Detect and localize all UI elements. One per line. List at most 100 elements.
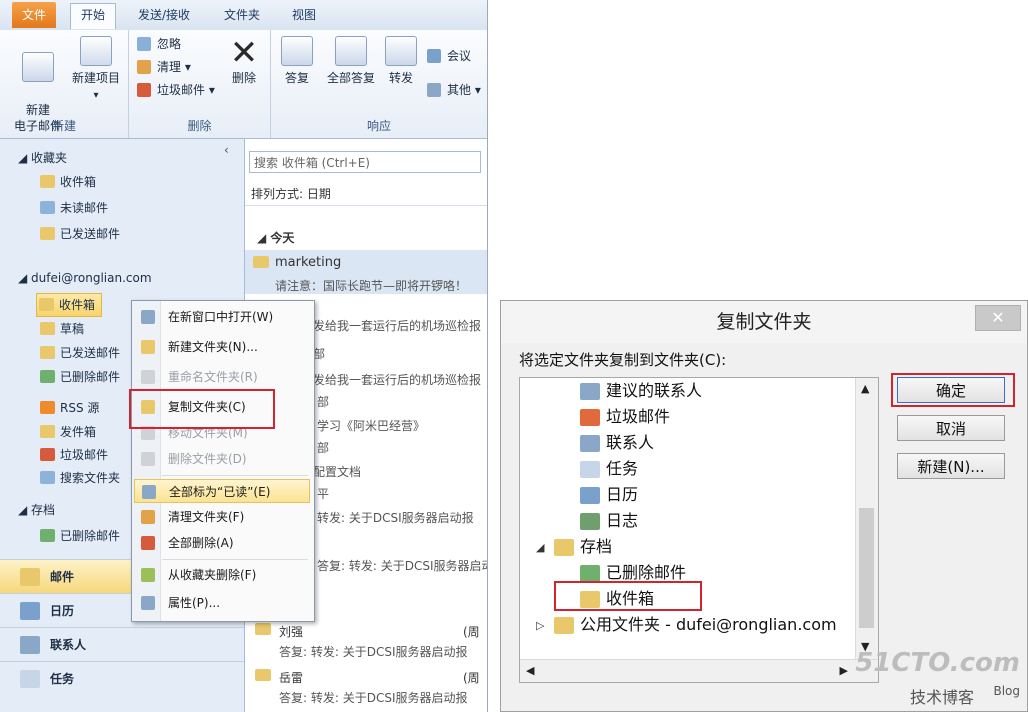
menu-mark-all-read[interactable]: 全部标为“已读”(E) — [134, 479, 310, 503]
ignore-icon — [137, 37, 151, 51]
menu-remove-favorites[interactable]: 从收藏夹删除(F) — [134, 563, 310, 587]
more-button[interactable]: 其他 ▾ — [427, 80, 481, 100]
group-respond-label: 响应 — [366, 119, 391, 133]
mail-preview: 答复: 转发: 关于DCSI服务器启动报 — [317, 559, 488, 573]
archive-deleted[interactable]: 已删除邮件 — [38, 525, 120, 547]
contacts-icon — [580, 435, 600, 452]
recycle-icon — [580, 565, 600, 582]
tree-contacts[interactable]: 联系人 — [580, 430, 654, 456]
context-menu: 在新窗口中打开(W) 新建文件夹(N)... 重命名文件夹(R) 复制文件夹(C… — [131, 300, 315, 622]
nav-tasks[interactable]: 任务 — [0, 661, 244, 695]
tree-tasks[interactable]: 任务 — [580, 456, 638, 482]
ignore-button[interactable]: 忽略 — [137, 34, 181, 54]
menu-open-new-window[interactable]: 在新窗口中打开(W) — [134, 305, 310, 329]
more-icon — [427, 83, 441, 97]
calendar-icon — [20, 602, 40, 620]
account-inbox[interactable]: 收件箱 — [36, 293, 103, 317]
rename-icon — [141, 370, 155, 384]
nav-contacts[interactable]: 联系人 — [0, 627, 244, 661]
folder-icon — [40, 175, 55, 188]
scroll-left-icon[interactable]: ◀ — [526, 664, 534, 677]
rss-icon — [40, 401, 55, 414]
scroll-up-icon[interactable]: ▲ — [861, 382, 869, 395]
menu-new-folder[interactable]: 新建文件夹(N)... — [134, 335, 310, 359]
tree-archive[interactable]: 存档 — [554, 534, 612, 560]
tree-suggested-contacts[interactable]: 建议的联系人 — [580, 378, 702, 404]
menu-delete-folder[interactable]: 删除文件夹(D) — [134, 447, 310, 471]
folder-tree[interactable]: 建议的联系人 垃圾邮件 联系人 任务 日历 日志 ◢ 存档 已删除邮件 收件箱 … — [519, 377, 879, 683]
account-junk[interactable]: 垃圾邮件 — [38, 444, 108, 466]
mail-sender: 刘强 — [279, 625, 304, 639]
sort-label[interactable]: 排列方式: 日期 — [251, 185, 331, 202]
tree-public-folders[interactable]: 公用文件夹 - dufei@ronglian.com — [554, 612, 837, 638]
archive-header[interactable]: ◢ 存档 — [18, 501, 55, 518]
favorites-header[interactable]: ◢ 收藏夹 — [18, 149, 67, 166]
fav-inbox[interactable]: 收件箱 — [38, 171, 96, 193]
new-items-button[interactable]: 新建项目 ▾ — [66, 36, 126, 104]
expand-public-toggle[interactable]: ▷ — [536, 619, 544, 632]
junk-icon — [40, 448, 55, 461]
watermark-sub: 技术博客 — [909, 688, 974, 707]
account-search-folders[interactable]: 搜索文件夹 — [38, 467, 120, 489]
mail-icon — [20, 568, 40, 586]
properties-icon — [141, 596, 155, 610]
scroll-right-icon[interactable]: ▶ — [840, 664, 848, 677]
tab-folder[interactable]: 文件夹 — [214, 4, 270, 26]
close-button[interactable]: ✕ — [975, 305, 1021, 331]
account-rss[interactable]: RSS 源 — [38, 397, 99, 419]
folder-icon — [40, 346, 55, 359]
mail-preview: 发给我一套运行后的机场巡检报 — [313, 319, 482, 333]
menu-rename-folder[interactable]: 重命名文件夹(R) — [134, 365, 310, 389]
search-folder-icon — [40, 471, 55, 484]
journal-icon — [580, 513, 600, 530]
group-today[interactable]: ◢ 今天 — [257, 229, 294, 246]
menu-properties[interactable]: 属性(P)... — [134, 591, 310, 615]
tree-journal[interactable]: 日志 — [580, 508, 638, 534]
meeting-button[interactable]: 会议 — [427, 46, 471, 66]
search-input[interactable]: 搜索 收件箱 (Ctrl+E) — [249, 151, 481, 173]
tab-file[interactable]: 文件 — [12, 2, 57, 28]
clean-button[interactable]: 清理 ▾ — [137, 57, 191, 77]
reply-all-button[interactable]: 全部答复 — [321, 36, 381, 86]
recycle-icon — [40, 370, 55, 383]
expand-archive-toggle[interactable]: ◢ — [536, 541, 544, 554]
delete-button[interactable]: ✕ 删除 — [221, 36, 267, 86]
tab-view[interactable]: 视图 — [282, 4, 326, 26]
delete-all-icon — [141, 536, 155, 550]
watermark-blog: Blog — [993, 684, 1020, 698]
broom-icon — [137, 60, 151, 74]
account-deleted[interactable]: 已删除邮件 — [38, 366, 120, 388]
fav-unread[interactable]: 未读邮件 — [38, 197, 108, 219]
new-folder-button[interactable]: 新建(N)... — [897, 453, 1005, 479]
tree-calendar[interactable]: 日历 — [580, 482, 638, 508]
fav-sent[interactable]: 已发送邮件 — [38, 223, 120, 245]
ribbon: 新建 电子邮件 新建项目 ▾ 新建 忽略 清理 ▾ 垃圾邮件 ▾ ✕ 删除 删除 … — [0, 30, 487, 139]
vertical-scrollbar[interactable]: ▲ ▼ — [855, 378, 878, 660]
folder-icon — [39, 298, 54, 311]
account-outbox[interactable]: 发件箱 — [38, 421, 96, 443]
tab-send-receive[interactable]: 发送/接收 — [128, 4, 200, 26]
scroll-thumb[interactable] — [859, 508, 874, 628]
reply-all-icon — [335, 36, 367, 66]
envelope-icon — [255, 623, 271, 635]
group-new: 新建 电子邮件 新建项目 ▾ 新建 — [0, 30, 129, 138]
reply-button[interactable]: 答复 — [277, 36, 317, 86]
junk-button[interactable]: 垃圾邮件 ▾ — [137, 80, 215, 100]
calendar-icon — [580, 487, 600, 504]
collapse-pane-icon[interactable]: ‹ — [224, 143, 229, 157]
public-folder-icon — [554, 617, 574, 634]
menu-delete-all[interactable]: 全部删除(A) — [134, 531, 310, 555]
calendar-grid-icon — [80, 36, 112, 66]
account-drafts[interactable]: 草稿 — [38, 318, 84, 340]
broom-icon — [141, 510, 155, 524]
horizontal-scrollbar[interactable]: ◀ ▶ — [520, 659, 878, 682]
account-header[interactable]: ◢ dufei@ronglian.com — [18, 271, 152, 285]
account-sent[interactable]: 已发送邮件 — [38, 342, 120, 364]
cancel-button[interactable]: 取消 — [897, 415, 1005, 441]
menu-clean-folder[interactable]: 清理文件夹(F) — [134, 505, 310, 529]
outbox-icon — [40, 425, 55, 438]
recycle-icon — [40, 529, 55, 542]
forward-button[interactable]: 转发 — [381, 36, 421, 86]
tree-junk[interactable]: 垃圾邮件 — [580, 404, 670, 430]
tab-home[interactable]: 开始 — [70, 3, 117, 29]
